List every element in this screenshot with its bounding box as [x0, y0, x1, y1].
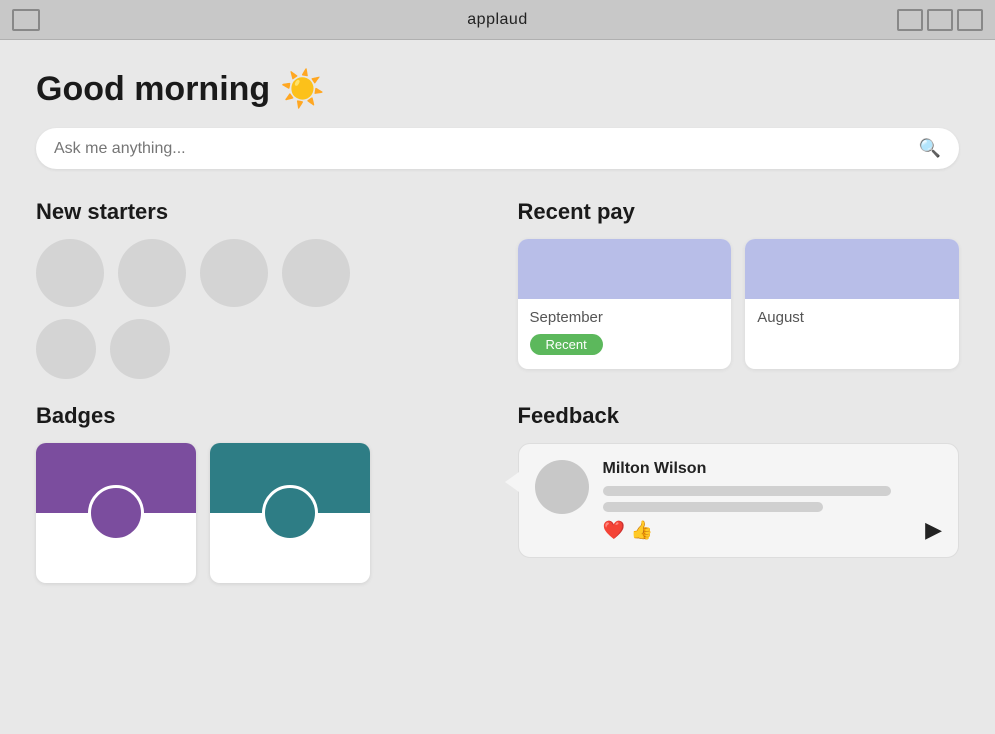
close-btn[interactable]	[957, 9, 983, 31]
starter-avatar[interactable]	[110, 319, 170, 379]
starter-avatar[interactable]	[36, 319, 96, 379]
starters-row-2	[36, 319, 478, 379]
badge-card-purple[interactable]	[36, 443, 196, 583]
pay-month: August	[757, 309, 804, 326]
pay-card-august[interactable]: August	[745, 239, 959, 369]
recent-pay-section: Recent pay September Recent August	[518, 199, 960, 379]
new-starters-section: New starters	[36, 199, 478, 379]
feedback-content: Milton Wilson ❤️ 👍	[603, 460, 943, 541]
starters-grid	[36, 239, 478, 379]
starter-avatar[interactable]	[282, 239, 350, 307]
feedback-card[interactable]: Milton Wilson ❤️ 👍 ▶	[518, 443, 960, 558]
badge-card-teal[interactable]	[210, 443, 370, 583]
recent-badge[interactable]: Recent	[530, 334, 603, 355]
pay-month: September	[530, 309, 603, 326]
search-icon: 🔍	[919, 138, 941, 159]
main-content: Good morning ☀️ 🔍 New starters	[0, 40, 995, 734]
feedback-title: Feedback	[518, 403, 960, 429]
two-col-layout: New starters Recent pay	[36, 199, 959, 583]
feedback-user-name: Milton Wilson	[603, 460, 943, 478]
feedback-reactions: ❤️ 👍	[603, 520, 943, 541]
greeting-section: Good morning ☀️	[36, 68, 959, 110]
pay-cards: September Recent August	[518, 239, 960, 369]
feedback-line-1	[603, 486, 892, 496]
starters-row-1	[36, 239, 478, 307]
starter-avatar[interactable]	[118, 239, 186, 307]
sun-icon: ☀️	[280, 68, 325, 110]
cursor-icon: ▶	[925, 517, 942, 543]
search-input[interactable]	[54, 140, 919, 158]
starter-avatar[interactable]	[36, 239, 104, 307]
minimize-btn[interactable]	[897, 9, 923, 31]
pay-card-september[interactable]: September Recent	[518, 239, 732, 369]
pay-card-header	[745, 239, 959, 299]
feedback-section: Feedback Milton Wilson ❤️ 👍 ▶	[518, 403, 960, 583]
new-starters-title: New starters	[36, 199, 478, 225]
app-title: applaud	[467, 11, 527, 29]
maximize-btn[interactable]	[927, 9, 953, 31]
badge-cards	[36, 443, 478, 583]
title-bar: applaud	[0, 0, 995, 40]
badge-circle-teal	[262, 485, 318, 541]
recent-pay-title: Recent pay	[518, 199, 960, 225]
title-bar-right-controls	[897, 9, 983, 31]
pay-card-body: August	[745, 299, 959, 340]
thumbsup-reaction[interactable]: 👍	[631, 520, 653, 541]
badges-title: Badges	[36, 403, 478, 429]
starter-avatar[interactable]	[200, 239, 268, 307]
title-bar-left-btn[interactable]	[12, 9, 40, 31]
search-bar[interactable]: 🔍	[36, 128, 959, 169]
feedback-avatar	[535, 460, 589, 514]
badge-circle-purple	[88, 485, 144, 541]
greeting-text: Good morning	[36, 70, 270, 109]
pay-card-body: September Recent	[518, 299, 732, 369]
pay-card-header	[518, 239, 732, 299]
badges-section: Badges	[36, 403, 478, 583]
feedback-line-2	[603, 502, 824, 512]
heart-reaction[interactable]: ❤️	[603, 520, 625, 541]
